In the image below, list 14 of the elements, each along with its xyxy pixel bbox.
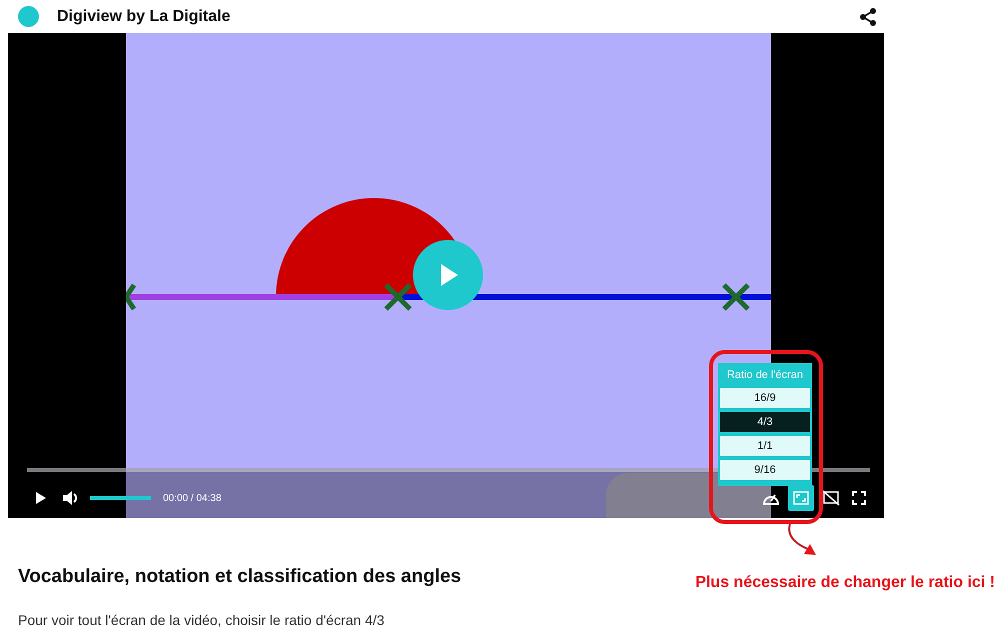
video-description: Pour voir tout l'écran de la vidéo, choisir le ratio d'écran 4/3 — [17, 612, 386, 628]
ratio-option[interactable]: 16/9 — [720, 388, 810, 408]
share-icon[interactable] — [858, 6, 878, 26]
time-display: 00:00 / 04:38 — [163, 492, 222, 504]
video-title: Vocabulaire, notation et classification des angles — [18, 566, 462, 588]
annotation-text: Plus nécessaire de changer le ratio ici ! — [695, 574, 995, 592]
ratio-option[interactable]: 1/1 — [720, 436, 810, 456]
menu-title: Ratio de l'écran — [726, 368, 804, 383]
ratio-option[interactable]: 4/3 — [720, 412, 810, 432]
volume-slider[interactable] — [90, 496, 151, 500]
aspect-ratio-icon — [793, 491, 809, 505]
logo-icon — [18, 6, 39, 27]
ratio-option[interactable]: 9/16 — [720, 460, 810, 480]
app-title: Digiview by La Digitale — [57, 8, 230, 26]
